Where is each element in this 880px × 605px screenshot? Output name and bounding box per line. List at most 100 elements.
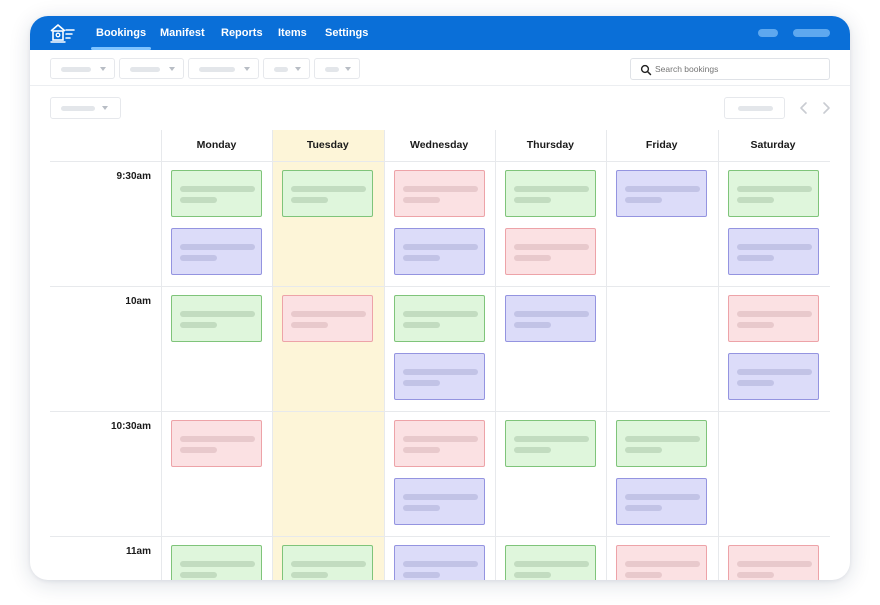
chevron-down-icon	[102, 106, 108, 110]
day-header-friday: Friday	[645, 139, 678, 151]
booking-text-placeholder	[513, 197, 551, 203]
booking-card-blue[interactable]	[616, 170, 708, 217]
booking-text-placeholder	[402, 447, 440, 453]
booking-card-green[interactable]	[504, 170, 596, 217]
nav-items[interactable]: Items	[278, 16, 307, 50]
booking-text-placeholder	[402, 572, 440, 578]
time-label: 11am	[125, 546, 151, 557]
nav-settings[interactable]: Settings	[325, 16, 368, 50]
booking-card-red[interactable]	[282, 295, 374, 342]
grid-divider	[161, 130, 162, 580]
booking-card-green[interactable]	[171, 545, 262, 580]
booking-text-placeholder	[513, 311, 589, 317]
booking-text-placeholder	[402, 255, 440, 261]
search-input[interactable]	[655, 59, 823, 79]
booking-text-placeholder	[402, 186, 478, 192]
booking-text-placeholder	[736, 244, 812, 250]
today-button[interactable]	[724, 97, 785, 119]
booking-card-blue[interactable]	[727, 228, 819, 275]
booking-text-placeholder	[736, 311, 812, 317]
booking-card-green[interactable]	[171, 295, 262, 342]
booking-card-green[interactable]	[504, 545, 596, 580]
booking-text-placeholder	[513, 447, 551, 453]
filter-dropdown-4[interactable]	[263, 58, 310, 79]
day-header-tuesday: Tuesday	[306, 139, 349, 151]
booking-card-blue[interactable]	[616, 478, 708, 525]
chevron-right-icon[interactable]	[820, 101, 832, 115]
booking-text-placeholder	[180, 447, 217, 453]
booking-card-green[interactable]	[282, 170, 374, 217]
booking-card-green[interactable]	[282, 545, 374, 580]
booking-text-placeholder	[625, 572, 663, 578]
nav-reports[interactable]: Reports	[221, 16, 263, 50]
booking-text-placeholder	[402, 561, 478, 567]
booking-card-blue[interactable]	[393, 353, 485, 400]
filter-dropdown-3[interactable]	[188, 58, 259, 79]
chevron-down-icon	[244, 67, 250, 71]
booking-card-red[interactable]	[393, 420, 485, 467]
house-logo-icon[interactable]	[48, 22, 76, 44]
booking-text-placeholder	[402, 311, 478, 317]
search-icon	[640, 64, 652, 76]
help-placeholder[interactable]	[758, 29, 778, 37]
booking-card-green[interactable]	[393, 295, 485, 342]
booking-card-green[interactable]	[616, 420, 708, 467]
filter-placeholder	[274, 67, 288, 72]
booking-card-green[interactable]	[504, 420, 596, 467]
booking-text-placeholder	[402, 505, 440, 511]
booking-card-blue[interactable]	[393, 545, 485, 580]
calendar-grid: Monday Tuesday Wednesday Thursday Friday Satu…	[50, 130, 830, 580]
day-header-saturday: Saturday	[750, 139, 796, 151]
booking-card-blue[interactable]	[393, 228, 485, 275]
booking-text-placeholder	[625, 494, 701, 500]
booking-card-red[interactable]	[393, 170, 485, 217]
nav-manifest[interactable]: Manifest	[160, 16, 205, 50]
grid-divider	[717, 130, 719, 580]
booking-card-blue[interactable]	[504, 295, 596, 342]
booking-text-placeholder	[736, 186, 812, 192]
booking-text-placeholder	[513, 255, 551, 261]
app-window: Bookings Manifest Reports Items Settings	[30, 16, 850, 580]
booking-text-placeholder	[180, 255, 217, 261]
search-box[interactable]	[630, 58, 830, 80]
filter-dropdown-5[interactable]	[314, 58, 360, 79]
view-dropdown[interactable]	[50, 97, 121, 119]
booking-text-placeholder	[513, 244, 589, 250]
booking-card-green[interactable]	[171, 170, 262, 217]
booking-card-blue[interactable]	[171, 228, 262, 275]
booking-card-blue[interactable]	[393, 478, 485, 525]
booking-card-green[interactable]	[727, 170, 819, 217]
nav-bookings[interactable]: Bookings	[90, 16, 152, 50]
booking-card-blue[interactable]	[727, 353, 819, 400]
booking-text-placeholder	[402, 197, 440, 203]
chevron-left-icon[interactable]	[798, 101, 810, 115]
booking-card-red[interactable]	[727, 545, 819, 580]
booking-text-placeholder	[736, 255, 774, 261]
booking-text-placeholder	[513, 186, 589, 192]
time-label: 9:30am	[116, 171, 151, 182]
booking-text-placeholder	[625, 561, 701, 567]
today-placeholder	[738, 106, 773, 111]
booking-card-red[interactable]	[171, 420, 262, 467]
booking-text-placeholder	[402, 494, 478, 500]
booking-card-red[interactable]	[727, 295, 819, 342]
booking-card-red[interactable]	[616, 545, 708, 580]
filter-placeholder	[61, 67, 91, 72]
grid-divider	[50, 411, 830, 412]
booking-text-placeholder	[180, 186, 255, 192]
grid-divider	[50, 286, 830, 287]
filter-bar	[30, 50, 850, 86]
booking-text-placeholder	[291, 311, 367, 317]
grid-divider	[272, 130, 274, 580]
booking-text-placeholder	[402, 244, 478, 250]
grid-divider	[494, 130, 496, 580]
booking-text-placeholder	[625, 436, 701, 442]
account-placeholder[interactable]	[793, 29, 830, 37]
filter-dropdown-2[interactable]	[119, 58, 184, 79]
booking-card-red[interactable]	[504, 228, 596, 275]
filter-dropdown-1[interactable]	[50, 58, 115, 79]
booking-text-placeholder	[291, 186, 367, 192]
booking-text-placeholder	[291, 322, 329, 328]
booking-text-placeholder	[180, 244, 255, 250]
booking-text-placeholder	[402, 369, 478, 375]
